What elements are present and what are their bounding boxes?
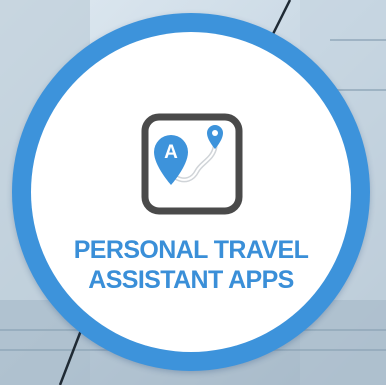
badge-circle: A PERSONAL TRAVEL ASSISTANT APPS (12, 13, 370, 371)
route-map-pin-icon: A (141, 113, 243, 215)
title-line-2: ASSISTANT APPS (88, 266, 294, 294)
title-line-1: PERSONAL TRAVEL (73, 236, 309, 264)
badge-title: PERSONAL TRAVEL ASSISTANT APPS (31, 235, 351, 295)
pin-letter: A (164, 142, 178, 163)
badge-inner-circle: A PERSONAL TRAVEL ASSISTANT APPS (31, 32, 351, 352)
